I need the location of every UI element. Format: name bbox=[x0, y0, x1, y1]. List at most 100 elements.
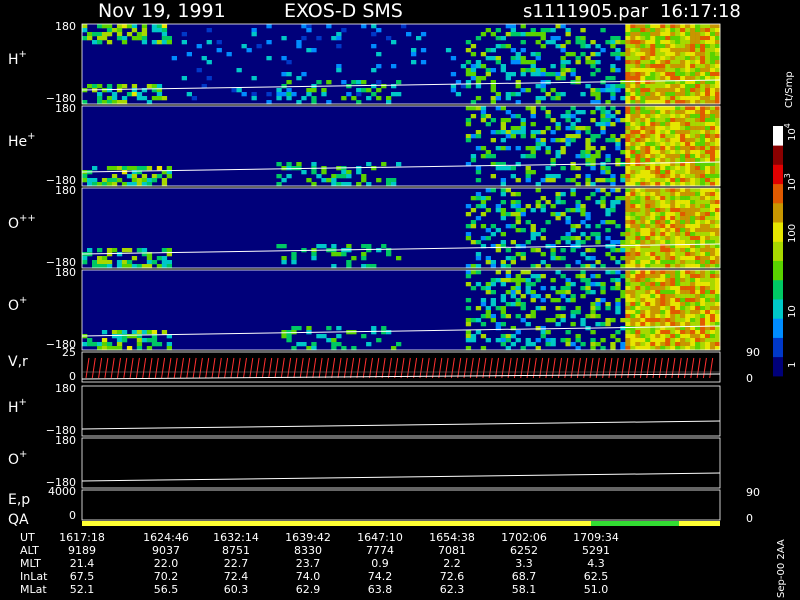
spectrogram-cell bbox=[660, 212, 666, 217]
spectrogram-cell bbox=[640, 76, 646, 81]
spectrogram-cell bbox=[630, 286, 636, 291]
spectrogram-cell bbox=[495, 56, 501, 61]
spectrogram-cell bbox=[680, 178, 686, 183]
spectrogram-cell bbox=[640, 110, 646, 115]
spectrogram-cell bbox=[710, 28, 716, 33]
orbit-cell: 1639:42 bbox=[285, 531, 331, 544]
spectrogram-cell bbox=[715, 84, 721, 89]
spectrogram-cell bbox=[101, 260, 108, 265]
spectrogram-cell bbox=[705, 114, 711, 119]
spectrogram-cell bbox=[490, 138, 496, 143]
spectrogram-cell bbox=[560, 166, 566, 171]
spectrogram-cell bbox=[685, 166, 691, 171]
spectrogram-cell bbox=[655, 76, 661, 81]
spectrogram-cell bbox=[535, 40, 541, 45]
orbit-cell: 6252 bbox=[510, 544, 538, 557]
spectrogram-cell bbox=[690, 44, 696, 49]
spectrogram-cell bbox=[650, 204, 656, 209]
vr-tick bbox=[375, 357, 380, 379]
spectrogram-cell bbox=[540, 330, 546, 335]
spectrogram-cell bbox=[625, 84, 631, 89]
spectrogram-cell bbox=[625, 338, 631, 343]
spectrogram-cell bbox=[361, 252, 367, 257]
spectrogram-cell bbox=[396, 342, 402, 347]
spectrogram-cell bbox=[156, 28, 163, 33]
spectrogram-cell bbox=[670, 290, 676, 295]
spectrogram-cell bbox=[660, 224, 666, 229]
spectrogram-cell bbox=[675, 216, 681, 221]
spectrogram-cell bbox=[87, 36, 93, 41]
spectrogram-cell bbox=[660, 310, 666, 315]
spectrogram-cell bbox=[645, 122, 651, 127]
spectrogram-cell bbox=[610, 208, 616, 213]
spectrogram-cell bbox=[700, 256, 706, 261]
spectrogram-cell bbox=[715, 192, 721, 197]
spectrogram-cell bbox=[550, 204, 556, 209]
spectrogram-cell bbox=[336, 252, 342, 257]
spectrogram-cell bbox=[605, 114, 611, 119]
spectrogram-cell bbox=[700, 28, 706, 33]
spectrogram-cell bbox=[700, 170, 706, 175]
spectrogram-cell bbox=[655, 322, 661, 327]
spectrogram-cell bbox=[356, 92, 362, 97]
spectrogram-cell bbox=[675, 220, 681, 225]
spectrogram-cell bbox=[540, 252, 546, 257]
qa-label: QA bbox=[8, 512, 29, 528]
spectrogram-cell bbox=[680, 248, 686, 253]
spectrogram-cell bbox=[675, 110, 681, 115]
spectrogram-cell bbox=[645, 126, 651, 131]
spectrogram-cell bbox=[141, 248, 148, 253]
spectrogram-cell bbox=[625, 68, 631, 73]
spectrogram-cell bbox=[525, 342, 531, 347]
spectrogram-cell bbox=[306, 48, 312, 53]
spectrogram-cell bbox=[545, 338, 551, 343]
spectrogram-cell bbox=[685, 204, 691, 209]
spectrogram-cell bbox=[630, 338, 636, 343]
spectrogram-cell bbox=[331, 252, 337, 257]
spectrogram-cell bbox=[695, 224, 701, 229]
spectrogram-cell bbox=[575, 274, 581, 279]
spectrogram-cell bbox=[381, 330, 387, 335]
spectrogram-cell bbox=[630, 130, 636, 135]
spectrogram-cell bbox=[695, 92, 701, 97]
spectrogram-cell bbox=[620, 240, 626, 245]
spectrogram-cell bbox=[251, 32, 257, 37]
spectrogram-cell bbox=[101, 32, 108, 37]
spectrogram-cell bbox=[575, 224, 581, 229]
spectrogram-cell bbox=[321, 88, 327, 93]
spectrogram-cell bbox=[705, 306, 711, 311]
spectrogram-cell bbox=[680, 274, 686, 279]
spectrogram-cell bbox=[680, 134, 686, 139]
spectrogram-cell bbox=[645, 106, 651, 111]
spectrogram-cell bbox=[660, 24, 666, 29]
spectrogram-cell bbox=[715, 162, 721, 167]
orbit-cell: 70.2 bbox=[154, 570, 179, 583]
spectrogram-cell bbox=[710, 200, 716, 205]
spectrogram-cell bbox=[92, 84, 98, 89]
spectrogram-cell bbox=[615, 138, 621, 143]
spectrogram-cell bbox=[206, 40, 212, 45]
spectrogram-cell bbox=[695, 130, 701, 135]
spectrogram-cell bbox=[665, 248, 671, 253]
spectrogram-cell bbox=[680, 174, 686, 179]
vr-tick bbox=[123, 357, 128, 379]
spectrogram-cell bbox=[630, 208, 636, 213]
spectrogram-cell bbox=[685, 294, 691, 299]
spectrogram-cell bbox=[670, 158, 676, 163]
spectrogram-cell bbox=[341, 28, 347, 33]
spectrogram-cell bbox=[605, 110, 611, 115]
spectrogram-cell bbox=[700, 166, 706, 171]
spectrogram-cell bbox=[640, 228, 646, 233]
spectrogram-cell bbox=[655, 236, 661, 241]
spectrogram-cell bbox=[510, 334, 516, 339]
spectrogram-cell bbox=[520, 56, 526, 61]
line-panels: H+180−180O+180−180 bbox=[8, 382, 721, 489]
spectrogram-cell bbox=[705, 274, 711, 279]
spectrogram-cell bbox=[715, 314, 721, 319]
spectrogram-cell bbox=[650, 188, 656, 193]
spectrogram-cell bbox=[620, 196, 626, 201]
spectrogram-cell bbox=[670, 134, 676, 139]
spectrogram-cell bbox=[715, 72, 721, 77]
spectrogram-cell bbox=[680, 212, 686, 217]
spectrogram-cell bbox=[161, 260, 168, 265]
